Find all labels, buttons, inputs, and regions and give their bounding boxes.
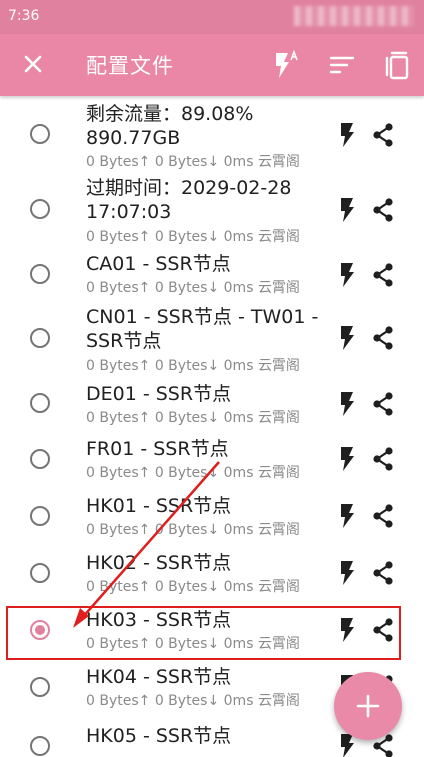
profile-radio[interactable]	[30, 124, 50, 144]
profile-name: FR01 - SSR节点	[86, 438, 229, 460]
profile-row[interactable]: 剩余流量：89.08% 890.77GB 0 Bytes↑ 0 Bytes↓ 0m…	[0, 96, 424, 170]
profile-name: CA01 - SSR节点	[86, 253, 231, 275]
flash-icon[interactable]	[334, 446, 360, 472]
profile-stats: 0 Bytes↑ 0 Bytes↓ 0ms 云霄阁	[86, 693, 300, 709]
profile-radio[interactable]	[30, 449, 50, 469]
profile-row[interactable]: HK01 - SSR节点 0 Bytes↑ 0 Bytes↓ 0ms 云霄阁	[0, 489, 424, 549]
flash-icon[interactable]	[334, 197, 360, 223]
profile-row[interactable]: CN01 - SSR节点 - TW01 - SSR节点 0 Bytes↑ 0 By…	[0, 301, 424, 374]
profile-radio[interactable]	[30, 736, 50, 756]
share-icon[interactable]	[370, 325, 396, 351]
flash-icon[interactable]	[334, 503, 360, 529]
share-icon[interactable]	[370, 262, 396, 288]
profile-radio[interactable]	[30, 506, 50, 526]
toolbar: 配置文件	[0, 34, 424, 96]
copy-icon[interactable]	[382, 49, 414, 81]
profile-stats: 0 Bytes↑ 0 Bytes↓ 0ms 云霄阁	[86, 522, 300, 538]
share-icon[interactable]	[370, 446, 396, 472]
status-bar: 7:36	[0, 0, 424, 34]
profile-stats: 0 Bytes↑ 0 Bytes↓ 0ms 云霄阁	[86, 410, 300, 426]
profile-name: HK04 - SSR节点	[86, 666, 232, 688]
profile-name: CN01 - SSR节点 - TW01 - SSR节点	[86, 306, 319, 352]
profile-name: HK01 - SSR节点	[86, 495, 232, 517]
profile-row[interactable]: 过期时间：2029-02-28 17:07:03 0 Bytes↑ 0 Bytes…	[0, 172, 424, 245]
profile-row[interactable]: FR01 - SSR节点 0 Bytes↑ 0 Bytes↓ 0ms 云霄阁	[0, 432, 424, 492]
profile-row[interactable]: HK02 - SSR节点 0 Bytes↑ 0 Bytes↓ 0ms 云霄阁	[0, 546, 424, 606]
share-icon[interactable]	[370, 560, 396, 586]
status-time: 7:36	[8, 8, 40, 24]
flash-icon[interactable]	[334, 122, 360, 148]
annotation-box	[6, 606, 401, 660]
share-icon[interactable]	[370, 503, 396, 529]
profile-stats: 0 Bytes↑ 0 Bytes↓ 0ms 云霄阁	[86, 229, 300, 245]
profile-stats: 0 Bytes↑ 0 Bytes↓ 0ms 云霄阁	[86, 154, 300, 170]
page-title: 配置文件	[86, 54, 174, 78]
profile-name: HK02 - SSR节点	[86, 552, 232, 574]
add-profile-button[interactable]	[334, 672, 402, 740]
profile-radio[interactable]	[30, 677, 50, 697]
profile-stats: 0 Bytes↑ 0 Bytes↓ 0ms 云霄阁	[86, 465, 300, 481]
profile-name: 过期时间：2029-02-28 17:07:03	[86, 177, 292, 223]
share-icon[interactable]	[370, 122, 396, 148]
profile-radio[interactable]	[30, 563, 50, 583]
profile-name: DE01 - SSR节点	[86, 383, 232, 405]
flash-icon[interactable]	[334, 325, 360, 351]
flash-auto-icon[interactable]	[270, 49, 302, 81]
profile-radio[interactable]	[30, 199, 50, 219]
profile-radio[interactable]	[30, 264, 50, 284]
status-icons	[294, 6, 414, 26]
profile-stats: 0 Bytes↑ 0 Bytes↓ 0ms 云霄阁	[86, 280, 300, 296]
flash-icon[interactable]	[334, 262, 360, 288]
profile-stats: 0 Bytes↑ 0 Bytes↓ 0ms 云霄阁	[86, 579, 300, 595]
close-icon[interactable]	[18, 49, 48, 79]
profile-radio[interactable]	[30, 393, 50, 413]
profile-stats: 0 Bytes↑ 0 Bytes↓ 0ms 云霄阁	[86, 358, 300, 374]
profile-radio[interactable]	[30, 328, 50, 348]
add-icon	[356, 694, 380, 718]
sort-icon[interactable]	[326, 49, 358, 81]
profile-name: HK05 - SSR节点	[86, 725, 232, 747]
flash-icon[interactable]	[334, 560, 360, 586]
profile-row[interactable]: CA01 - SSR节点 0 Bytes↑ 0 Bytes↓ 0ms 云霄阁	[0, 248, 424, 308]
share-icon[interactable]	[370, 197, 396, 223]
share-icon[interactable]	[370, 391, 396, 417]
profile-row[interactable]: DE01 - SSR节点 0 Bytes↑ 0 Bytes↓ 0ms 云霄阁	[0, 376, 424, 436]
flash-icon[interactable]	[334, 391, 360, 417]
profile-name: 剩余流量：89.08% 890.77GB	[86, 103, 254, 149]
